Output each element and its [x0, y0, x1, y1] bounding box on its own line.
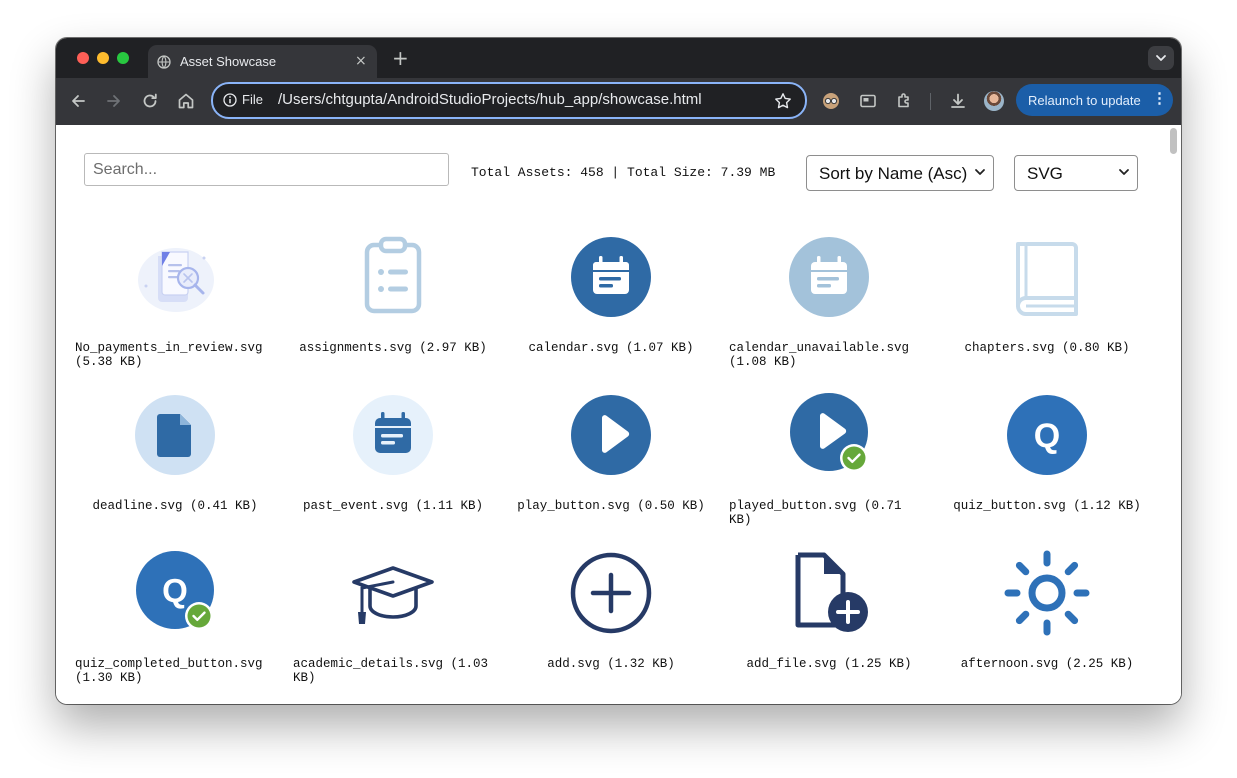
asset-label: chapters.svg (0.80 KB)	[964, 341, 1130, 355]
globe-icon	[157, 55, 171, 69]
tab-close-icon[interactable]: ×	[355, 52, 367, 70]
asset-card[interactable]: deadline.svg (0.41 KB)	[75, 392, 275, 542]
minimize-window-button[interactable]	[97, 52, 109, 64]
played-button-icon	[786, 392, 872, 478]
clipboard-list-icon	[350, 234, 436, 320]
download-icon[interactable]	[948, 91, 968, 111]
asset-card[interactable]: add.svg (1.32 KB)	[511, 550, 711, 700]
bookmark-star-icon[interactable]	[774, 92, 792, 110]
type-select-value: SVG	[1027, 164, 1063, 183]
asset-stats: Total Assets: 458 | Total Size: 7.39 MB	[471, 165, 776, 180]
relaunch-button[interactable]: Relaunch to update ⋮	[1016, 84, 1173, 116]
asset-card[interactable]: assignments.svg (2.97 KB)	[293, 234, 493, 384]
url-text[interactable]: /Users/chtgupta/AndroidStudioProjects/hu…	[278, 91, 702, 108]
quiz-button-icon: Q	[1004, 392, 1090, 478]
book-icon	[1004, 234, 1090, 320]
graduation-cap-icon	[350, 550, 436, 636]
scrollbar-thumb[interactable]	[1170, 128, 1177, 154]
home-icon[interactable]	[176, 91, 196, 111]
asset-label: play_button.svg (0.50 KB)	[517, 499, 705, 513]
asset-label: assignments.svg (2.97 KB)	[299, 341, 487, 355]
asset-label: academic_details.svg (1.03 KB)	[293, 657, 489, 685]
toolbar-divider	[930, 93, 931, 110]
add-file-icon	[786, 550, 872, 636]
quiz-completed-icon: Q	[132, 550, 218, 636]
asset-card[interactable]: play_button.svg (0.50 KB)	[511, 392, 711, 542]
extensions-puzzle-icon[interactable]	[894, 91, 914, 111]
asset-label: quiz_button.svg (1.12 KB)	[953, 499, 1141, 513]
browser-window: Asset Showcase × + File /Users/chtgupta/…	[56, 38, 1181, 704]
info-icon[interactable]	[223, 93, 237, 107]
sort-select[interactable]: Sort by Name (Asc)	[806, 155, 994, 191]
asset-card[interactable]: chapters.svg (0.80 KB)	[947, 234, 1147, 384]
forward-icon[interactable]	[104, 91, 124, 111]
asset-label: No_payments_in_review.svg (5.38 KB)	[75, 341, 263, 369]
asset-card[interactable]: calendar.svg (1.07 KB)	[511, 234, 711, 384]
page-content: Total Assets: 458 | Total Size: 7.39 MB …	[56, 125, 1181, 704]
browser-tab[interactable]: Asset Showcase ×	[148, 45, 377, 78]
relaunch-label: Relaunch to update	[1028, 93, 1141, 108]
url-scheme-label: File	[242, 92, 263, 107]
svg-text:Q: Q	[1034, 417, 1060, 455]
asset-card[interactable]: past_event.svg (1.11 KB)	[293, 392, 493, 542]
calendar-unavailable-icon	[786, 234, 872, 320]
asset-card[interactable]: calendar_unavailable.svg (1.08 KB)	[729, 234, 929, 384]
title-bar: Asset Showcase × +	[56, 38, 1181, 78]
sort-select-value: Sort by Name (Asc)	[819, 164, 968, 183]
asset-label: quiz_completed_button.svg (1.30 KB)	[75, 657, 263, 685]
document-circle-icon	[132, 392, 218, 478]
calendar-circle-icon	[568, 234, 654, 320]
tab-search-button[interactable]	[1148, 46, 1174, 70]
chevron-down-icon	[1156, 55, 1166, 61]
incognito-extension-icon[interactable]	[821, 91, 841, 111]
tab-title: Asset Showcase	[180, 54, 277, 69]
asset-label: calendar.svg (1.07 KB)	[528, 341, 694, 355]
more-menu-icon[interactable]: ⋮	[1152, 90, 1167, 108]
past-event-calendar-icon	[350, 392, 436, 478]
sun-icon	[1004, 550, 1090, 636]
asset-card[interactable]: played_button.svg (0.71 KB)	[729, 392, 929, 542]
media-extension-icon[interactable]	[858, 91, 878, 111]
asset-card[interactable]: afternoon.svg (2.25 KB)	[947, 550, 1147, 700]
browser-toolbar: File /Users/chtgupta/AndroidStudioProjec…	[56, 78, 1181, 125]
document-search-illustration	[132, 234, 218, 320]
type-select[interactable]: SVG	[1014, 155, 1138, 191]
add-circle-icon	[568, 550, 654, 636]
search-input[interactable]	[84, 153, 449, 186]
asset-label: calendar_unavailable.svg (1.08 KB)	[729, 341, 910, 369]
maximize-window-button[interactable]	[117, 52, 129, 64]
asset-label: past_event.svg (1.11 KB)	[302, 499, 484, 513]
address-bar[interactable]: File /Users/chtgupta/AndroidStudioProjec…	[211, 82, 807, 119]
close-window-button[interactable]	[77, 52, 89, 64]
asset-card[interactable]: No_payments_in_review.svg (5.38 KB)	[75, 234, 275, 384]
asset-card[interactable]: add_file.svg (1.25 KB)	[729, 550, 929, 700]
scrollbar[interactable]	[1166, 125, 1181, 704]
asset-label: played_button.svg (0.71 KB)	[729, 499, 902, 527]
chevron-down-icon	[1119, 169, 1129, 175]
new-tab-button[interactable]: +	[392, 46, 409, 70]
back-icon[interactable]	[68, 91, 88, 111]
asset-label: deadline.svg (0.41 KB)	[92, 499, 258, 513]
chevron-down-icon	[975, 169, 985, 175]
asset-card[interactable]: academic_details.svg (1.03 KB)	[293, 550, 493, 700]
asset-label: add_file.svg (1.25 KB)	[746, 657, 912, 671]
reload-icon[interactable]	[140, 91, 160, 111]
profile-avatar[interactable]	[984, 91, 1004, 111]
play-button-icon	[568, 392, 654, 478]
asset-card[interactable]: Q quiz_completed_button.svg (1.30 KB)	[75, 550, 275, 700]
asset-card[interactable]: Q quiz_button.svg (1.12 KB)	[947, 392, 1147, 542]
svg-text:Q: Q	[162, 572, 188, 609]
asset-label: afternoon.svg (2.25 KB)	[960, 657, 1134, 671]
asset-label: add.svg (1.32 KB)	[547, 657, 675, 671]
